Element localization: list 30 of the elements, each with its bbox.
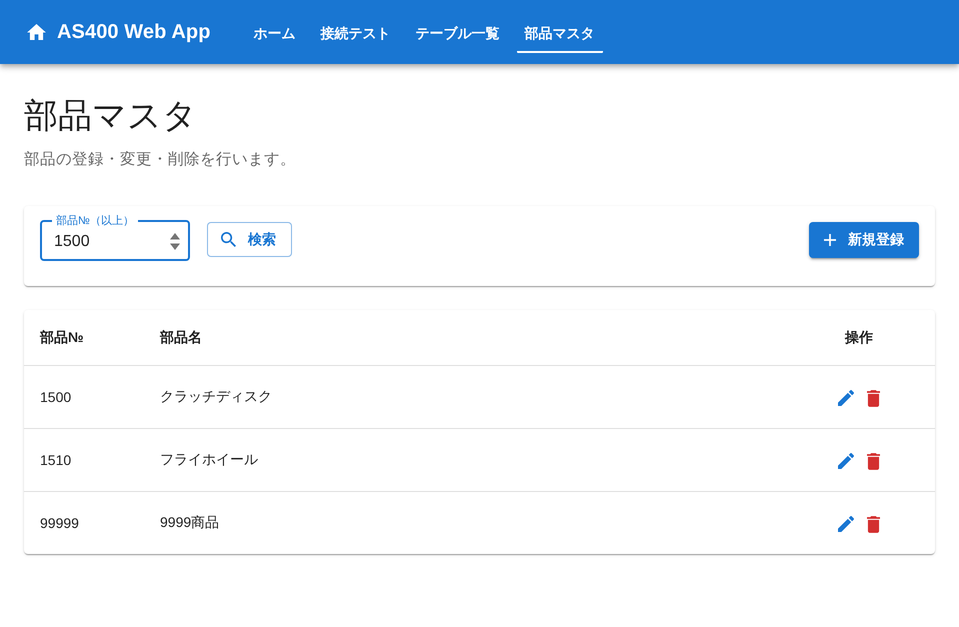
pencil-icon — [838, 453, 854, 469]
page-subtitle: 部品の登録・変更・削除を行います。 — [24, 150, 296, 170]
column-header: 部品№ — [40, 328, 84, 346]
part-number-field[interactable]: 部品№（以上） 1500 — [40, 214, 190, 261]
search-icon — [221, 232, 236, 247]
column-header: 部品名 — [160, 328, 202, 346]
nav-tab[interactable]: 接続テスト — [312, 16, 399, 52]
trash-icon — [867, 453, 880, 470]
app-title: AS400 Web App — [57, 20, 211, 44]
trash-icon — [867, 390, 880, 407]
nav-tab[interactable]: ホーム — [246, 16, 304, 52]
page-title: 部品マスタ — [24, 96, 197, 136]
field-label: 部品№（以上） — [55, 214, 135, 228]
table-cell: 99999 — [40, 515, 79, 531]
table-cell: クラッチディスク — [160, 388, 272, 406]
table-cell: 1510 — [40, 452, 72, 468]
pencil-icon — [838, 516, 854, 532]
spinner-arrows-icon — [170, 233, 180, 250]
column-header: 操作 — [845, 328, 873, 346]
home-icon — [27, 24, 46, 40]
nav-tab[interactable]: 部品マスタ — [516, 16, 603, 52]
nav-tab[interactable]: テーブル一覧 — [408, 16, 508, 52]
table-cell: 9999商品 — [160, 514, 220, 532]
table-cell: 1500 — [40, 389, 72, 405]
new-button[interactable]: 新規登録 — [809, 222, 919, 258]
search-button[interactable]: 検索 — [207, 222, 292, 257]
pencil-icon — [838, 390, 854, 406]
trash-icon — [867, 516, 880, 533]
table-cell: フライホイール — [160, 451, 258, 469]
plus-icon — [824, 234, 836, 246]
